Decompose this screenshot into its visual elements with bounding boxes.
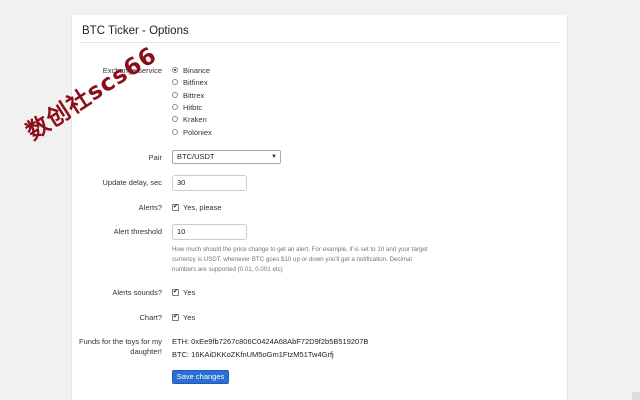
alerts-checkbox-row[interactable]: ✔ Yes, please — [172, 202, 222, 212]
eth-address: ETH: 0xEe9fb7267c806C0424A68AbF72D9f2b5B… — [172, 337, 369, 346]
radio-bitfinex[interactable]: Bitfinex — [172, 77, 208, 87]
radio-hitbtc[interactable]: Hitbtc — [172, 102, 202, 112]
alerts-label: Alerts? — [138, 203, 162, 212]
radio-label: Binance — [183, 65, 211, 75]
alert-threshold-label: Alert threshold — [113, 227, 162, 236]
alerts-sounds-label: Alerts sounds? — [112, 288, 162, 297]
radio-unselected-icon[interactable] — [172, 104, 178, 110]
radio-unselected-icon[interactable] — [172, 92, 178, 98]
pair-label: Pair — [148, 153, 162, 162]
radio-label: Kraken — [183, 114, 207, 124]
chevron-down-icon: ▼ — [271, 154, 277, 160]
radio-poloniex[interactable]: Poloniex — [172, 127, 212, 137]
radio-unselected-icon[interactable] — [172, 116, 178, 122]
radio-label: Hitbtc — [183, 102, 203, 112]
radio-label: Bitfinex — [183, 77, 208, 87]
funds-label: Funds for the toys for my daughter! — [79, 337, 162, 356]
radio-label: Poloniex — [183, 127, 212, 137]
chart-label: Chart? — [139, 313, 162, 322]
page-title: BTC Ticker - Options — [82, 25, 189, 37]
checkbox-checked-icon[interactable]: ✔ — [172, 288, 179, 296]
update-delay-label: Update delay, sec — [102, 178, 162, 187]
save-changes-button[interactable]: Save changes — [172, 370, 229, 384]
radio-bittrex[interactable]: Bittrex — [172, 90, 204, 100]
update-delay-input[interactable]: 30 — [172, 175, 247, 191]
alerts-sounds-checkbox-label: Yes — [183, 287, 196, 297]
scrollbar-corner — [632, 392, 640, 400]
alerts-checkbox-label: Yes, please — [183, 202, 222, 212]
radio-kraken[interactable]: Kraken — [172, 114, 207, 124]
radio-label: Bittrex — [183, 90, 205, 100]
pair-select[interactable]: BTC/USDT ▼ — [172, 150, 281, 164]
radio-binance[interactable]: Binance — [172, 65, 210, 75]
alert-threshold-help: How much should the price change to get … — [172, 246, 428, 273]
chart-checkbox-row[interactable]: ✔ Yes — [172, 312, 195, 322]
alerts-sounds-checkbox-row[interactable]: ✔ Yes — [172, 287, 195, 297]
btc-address: BTC: 16KAiDKKoZKfnUM5oGm1FtzM51Tw4Grfj — [172, 350, 334, 359]
radio-unselected-icon[interactable] — [172, 79, 178, 85]
chart-checkbox-label: Yes — [183, 312, 196, 322]
checkbox-checked-icon[interactable]: ✔ — [172, 313, 179, 321]
pair-select-value: BTC/USDT — [177, 152, 215, 161]
checkbox-checked-icon[interactable]: ✔ — [172, 203, 179, 211]
title-divider — [80, 42, 559, 43]
radio-selected-icon[interactable] — [172, 67, 178, 73]
alert-threshold-input[interactable]: 10 — [172, 224, 247, 240]
radio-unselected-icon[interactable] — [172, 129, 178, 135]
